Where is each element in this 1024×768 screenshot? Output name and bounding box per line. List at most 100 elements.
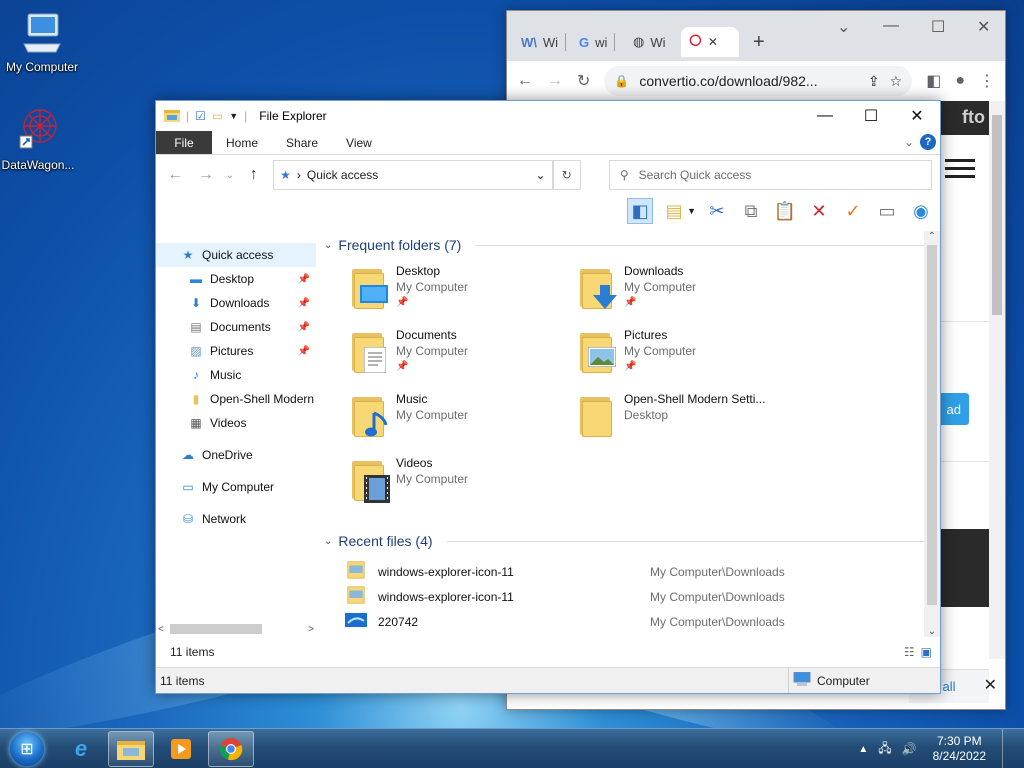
maximize-icon[interactable]: ☐ [848,101,894,131]
maximize-icon[interactable]: ☐ [931,17,945,37]
scroll-left-icon[interactable]: < [158,624,164,635]
recent-files-header[interactable]: ⌄ Recent files (4) [324,529,940,553]
vertical-scrollbar[interactable]: ⌃ ⌄ [924,231,940,637]
file-explorer-icon[interactable] [108,730,154,767]
network-icon[interactable]: 🖧 [878,739,891,760]
details-view-icon[interactable]: ☷ [904,645,915,659]
dropdown-arrow-icon[interactable]: ▼ [687,206,696,216]
scroll-right-icon[interactable]: > [308,624,314,635]
search-input[interactable]: ⚲ Search Quick access [608,160,932,190]
new-folder-icon[interactable]: ▤ [661,198,687,224]
recent-file-row[interactable]: 220742 My Computer\Downloads [344,609,940,634]
forward-arrow-icon[interactable]: → [195,166,218,184]
tab-share[interactable]: Share [272,131,332,154]
show-desktop-button[interactable] [1002,729,1012,768]
bookmark-star-icon[interactable]: ☆ [890,73,903,90]
nav-item-documents[interactable]: ▤ Documents 📌 [156,315,316,339]
address-bar[interactable]: ★ › Quick access ⌄ [273,160,553,190]
reload-icon[interactable]: ↻ [577,71,590,91]
tab-view[interactable]: View [332,131,386,154]
close-icon[interactable]: ✕ [977,17,990,37]
hamburger-menu-icon[interactable] [945,159,975,178]
nav-item-onedrive[interactable]: ☁ OneDrive [156,443,316,467]
back-arrow-icon[interactable]: ← [517,72,533,90]
minimize-icon[interactable]: — [802,101,848,131]
back-arrow-icon[interactable]: ← [164,166,187,184]
file-explorer-window[interactable]: | ☑ ▭ ▼ | File Explorer — ☐ ✕ File Home … [155,100,941,694]
show-hidden-icons[interactable]: ▲ [858,744,868,755]
omnibox[interactable]: 🔒 convertio.co/download/982... ⇪ ☆ [604,66,913,96]
folder-tile-desktop[interactable]: Desktop My Computer 📌 [350,263,578,327]
chrome-scrollbar[interactable] [989,101,1005,659]
clock[interactable]: 7:30 PM 8/24/2022 [933,734,986,764]
nav-item-desktop[interactable]: ▬ Desktop 📌 [156,267,316,291]
chevron-down-icon[interactable]: ⌄ [837,17,850,37]
up-arrow-icon[interactable]: ↑ [243,166,266,184]
nav-item-open-shell-modern[interactable]: ▮ Open-Shell Modern [156,387,316,411]
shell-icon[interactable]: ◉ [908,198,934,224]
rename-icon[interactable]: ▭ [874,198,900,224]
nav-item-music[interactable]: ♪ Music [156,363,316,387]
properties-icon[interactable]: ☑ [195,109,206,123]
nav-item-videos[interactable]: ▦ Videos [156,411,316,435]
media-player-icon[interactable] [158,731,204,767]
new-folder-icon[interactable]: ▭ [212,109,223,123]
profile-icon[interactable]: ● [955,72,965,90]
recent-file-row[interactable]: windows-explorer-icon-11 My Computer\Down… [344,584,940,609]
nav-item-quick-access[interactable]: ★ Quick access [156,243,316,267]
chrome-tab-2[interactable]: G wi [571,27,616,57]
close-icon[interactable]: ✕ [894,101,940,131]
nav-item-network[interactable]: ⛁ Network [156,507,316,531]
folder-tile-music[interactable]: Music My Computer [350,391,578,455]
scroll-down-icon[interactable]: ⌄ [924,626,940,637]
chevron-down-icon[interactable]: ⌄ [225,170,234,181]
folder-tile-videos[interactable]: Videos My Computer [350,455,578,519]
scroll-thumb[interactable] [169,624,262,634]
desktop-icon-datawagon[interactable]: DataWagon... [0,106,80,172]
copy-icon[interactable]: ⧉ [738,198,764,224]
volume-icon[interactable]: 🔊 [902,742,917,756]
refresh-button[interactable]: ↻ [552,160,581,190]
folder-tile-open-shell-modern-setti[interactable]: Open-Shell Modern Setti... Desktop [578,391,806,455]
customize-qat-icon[interactable]: ▼ [229,111,238,121]
nav-item-pictures[interactable]: ▨ Pictures 📌 [156,339,316,363]
side-panel-icon[interactable]: ◧ [926,71,941,91]
new-tab-button[interactable]: + [745,27,773,57]
layout-pane-icon[interactable]: ◧ [627,198,654,224]
chrome-icon[interactable] [208,730,254,767]
horizontal-scrollbar[interactable]: < > [158,621,314,637]
minimize-icon[interactable]: — [883,17,899,35]
recent-file-row[interactable]: windows-explorer-icon-11 My Computer\Down… [344,559,940,584]
paste-icon[interactable]: 📋 [772,198,798,224]
nav-item-downloads[interactable]: ⬇ Downloads 📌 [156,291,316,315]
chrome-tab-3[interactable]: ◍ Wi [625,27,674,57]
address-dropdown-icon[interactable]: ⌄ [535,168,545,182]
scroll-up-icon[interactable]: ⌃ [924,231,940,242]
tab-close-icon[interactable]: ✕ [708,35,718,49]
share-icon[interactable]: ⇪ [868,73,880,90]
help-icon[interactable]: ? [920,134,936,150]
forward-arrow-icon[interactable]: → [547,72,563,90]
menu-kebab-icon[interactable]: ⋮ [979,71,995,91]
internet-explorer-icon[interactable]: e [58,731,104,767]
folder-tile-pictures[interactable]: Pictures My Computer 📌 [578,327,806,391]
breadcrumb-chevron-icon[interactable]: › [297,168,301,182]
tab-home[interactable]: Home [212,131,272,154]
chrome-tab-convertio[interactable]: ⭘ ✕ [681,27,739,57]
nav-item-my-computer[interactable]: ▭ My Computer [156,475,316,499]
start-button[interactable]: ⊞ [0,729,54,768]
cut-icon[interactable]: ✂ [704,198,730,224]
chrome-tab-1[interactable]: W\ Wi [513,27,567,57]
folder-tile-documents[interactable]: Documents My Computer 📌 [350,327,578,391]
scroll-thumb[interactable] [927,245,937,605]
folder-tile-downloads[interactable]: Downloads My Computer 📌 [578,263,806,327]
close-icon[interactable]: ✕ [984,675,997,695]
large-icons-view-icon[interactable]: ▣ [921,645,932,659]
tab-file[interactable]: File [156,131,212,154]
delete-icon[interactable]: ✕ [806,198,832,224]
desktop-icon-my-computer[interactable]: My Computer [0,8,84,74]
frequent-folders-header[interactable]: ⌄ Frequent folders (7) [324,233,940,257]
breadcrumb[interactable]: Quick access [307,168,378,182]
checkmark-icon[interactable]: ✓ [840,198,866,224]
expand-ribbon-icon[interactable]: ⌄ [904,135,914,149]
